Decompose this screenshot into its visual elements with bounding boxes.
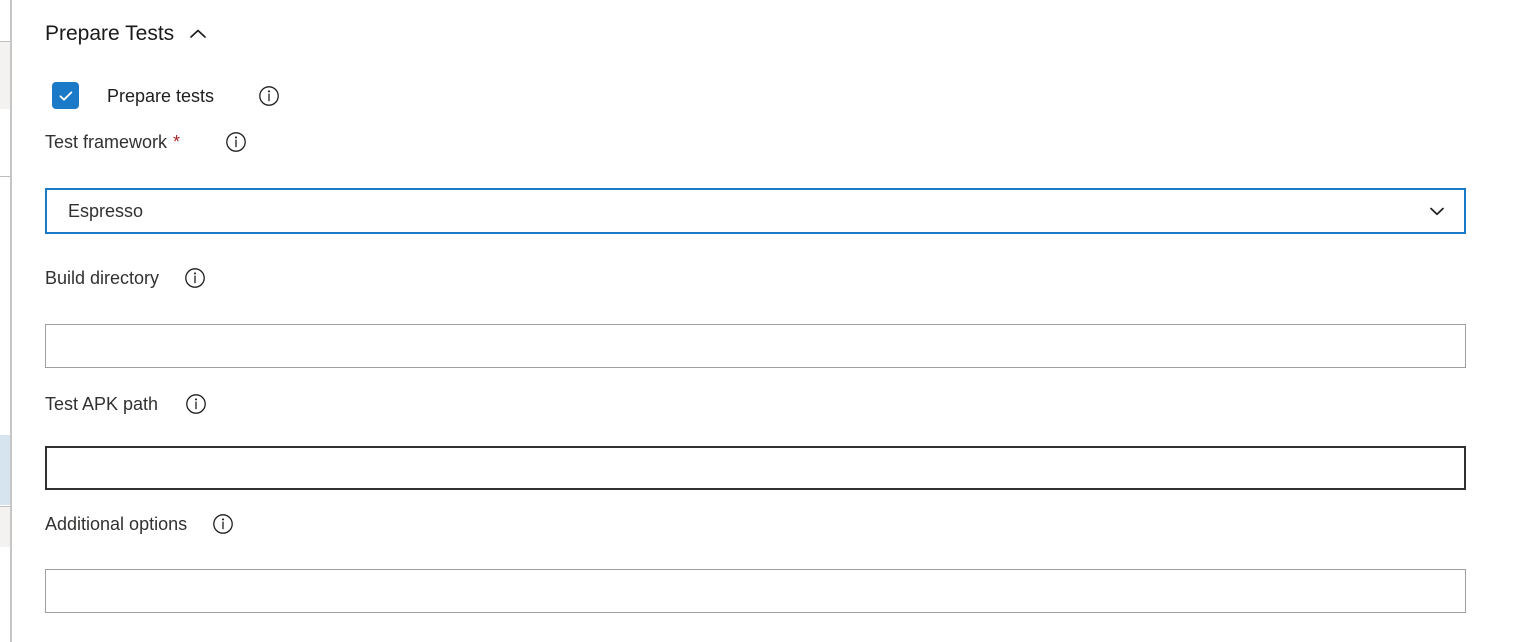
additional-options-label: Additional options <box>45 514 188 534</box>
info-icon[interactable] <box>225 131 247 153</box>
test-apk-path-label: Test APK path <box>45 394 159 414</box>
build-directory-input[interactable] <box>45 324 1466 368</box>
page-title: Prepare Tests <box>45 22 175 45</box>
test-apk-path-input[interactable] <box>45 446 1466 490</box>
prepare-tests-checkbox[interactable] <box>52 82 79 109</box>
section-header-prepare-tests[interactable]: Prepare Tests <box>45 20 210 48</box>
additional-options-input[interactable] <box>45 569 1466 613</box>
chevron-down-icon[interactable] <box>1426 200 1464 222</box>
additional-options-label-row: Additional options <box>45 513 234 535</box>
chevron-up-icon[interactable] <box>186 22 210 46</box>
test-apk-path-label-row: Test APK path <box>45 393 207 415</box>
build-directory-label-row: Build directory <box>45 267 206 289</box>
checkmark-icon <box>59 91 72 101</box>
prepare-tests-checkbox-label[interactable]: Prepare tests <box>107 85 214 107</box>
info-icon[interactable] <box>212 513 234 535</box>
prepare-tests-checkbox-row[interactable]: Prepare tests <box>52 82 280 109</box>
info-icon[interactable] <box>258 85 280 107</box>
build-directory-label: Build directory <box>45 268 160 288</box>
test-framework-label-row: Test framework * <box>45 131 247 153</box>
info-icon[interactable] <box>185 393 207 415</box>
required-indicator: * <box>173 132 181 152</box>
test-framework-dropdown[interactable]: Espresso <box>45 188 1466 234</box>
test-framework-selected-value: Espresso <box>68 201 144 221</box>
prepare-tests-section: Prepare Tests Prepare tests Test framewo… <box>0 0 1534 642</box>
test-framework-label: Test framework <box>45 132 168 152</box>
info-icon[interactable] <box>184 267 206 289</box>
